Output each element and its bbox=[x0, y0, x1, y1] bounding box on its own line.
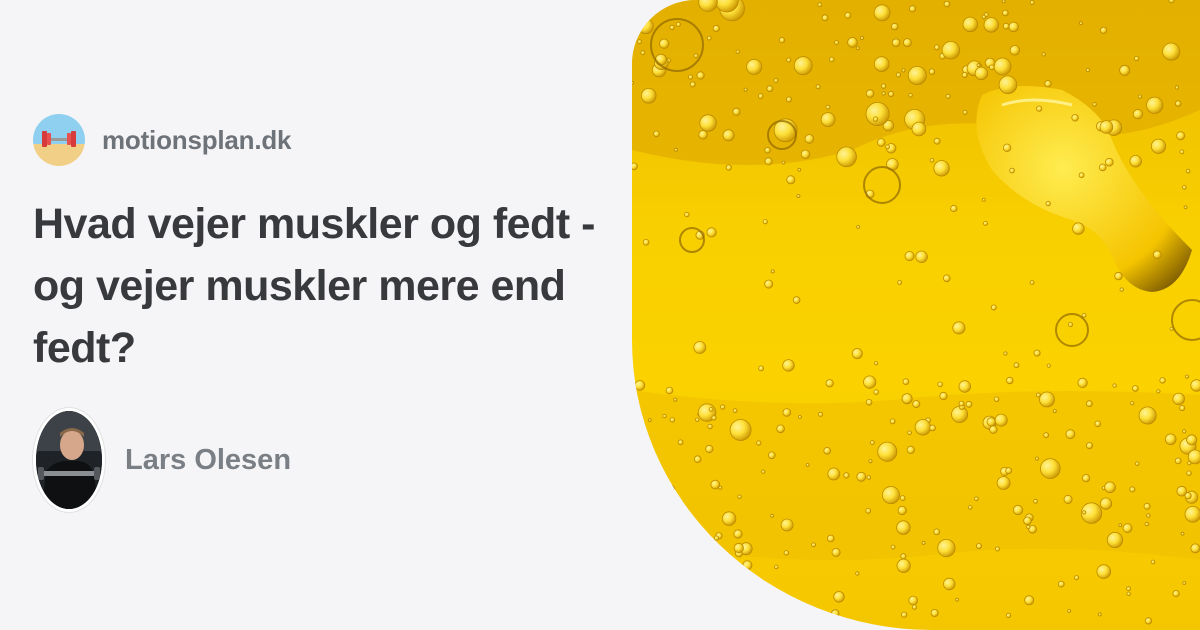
share-card: motionsplan.dk Hvad vejer muskler og fed… bbox=[0, 0, 1200, 630]
dumbbell-icon bbox=[33, 114, 85, 166]
site-name: motionsplan.dk bbox=[102, 124, 292, 155]
oil-bubbles-image bbox=[632, 0, 1200, 630]
person-avatar-icon bbox=[33, 408, 105, 512]
author-byline[interactable]: Lars Olesen bbox=[33, 408, 291, 512]
article-title[interactable]: Hvad vejer muskler og fedt - og vejer mu… bbox=[33, 193, 613, 379]
site-header[interactable]: motionsplan.dk bbox=[33, 114, 292, 166]
author-name: Lars Olesen bbox=[125, 443, 292, 476]
